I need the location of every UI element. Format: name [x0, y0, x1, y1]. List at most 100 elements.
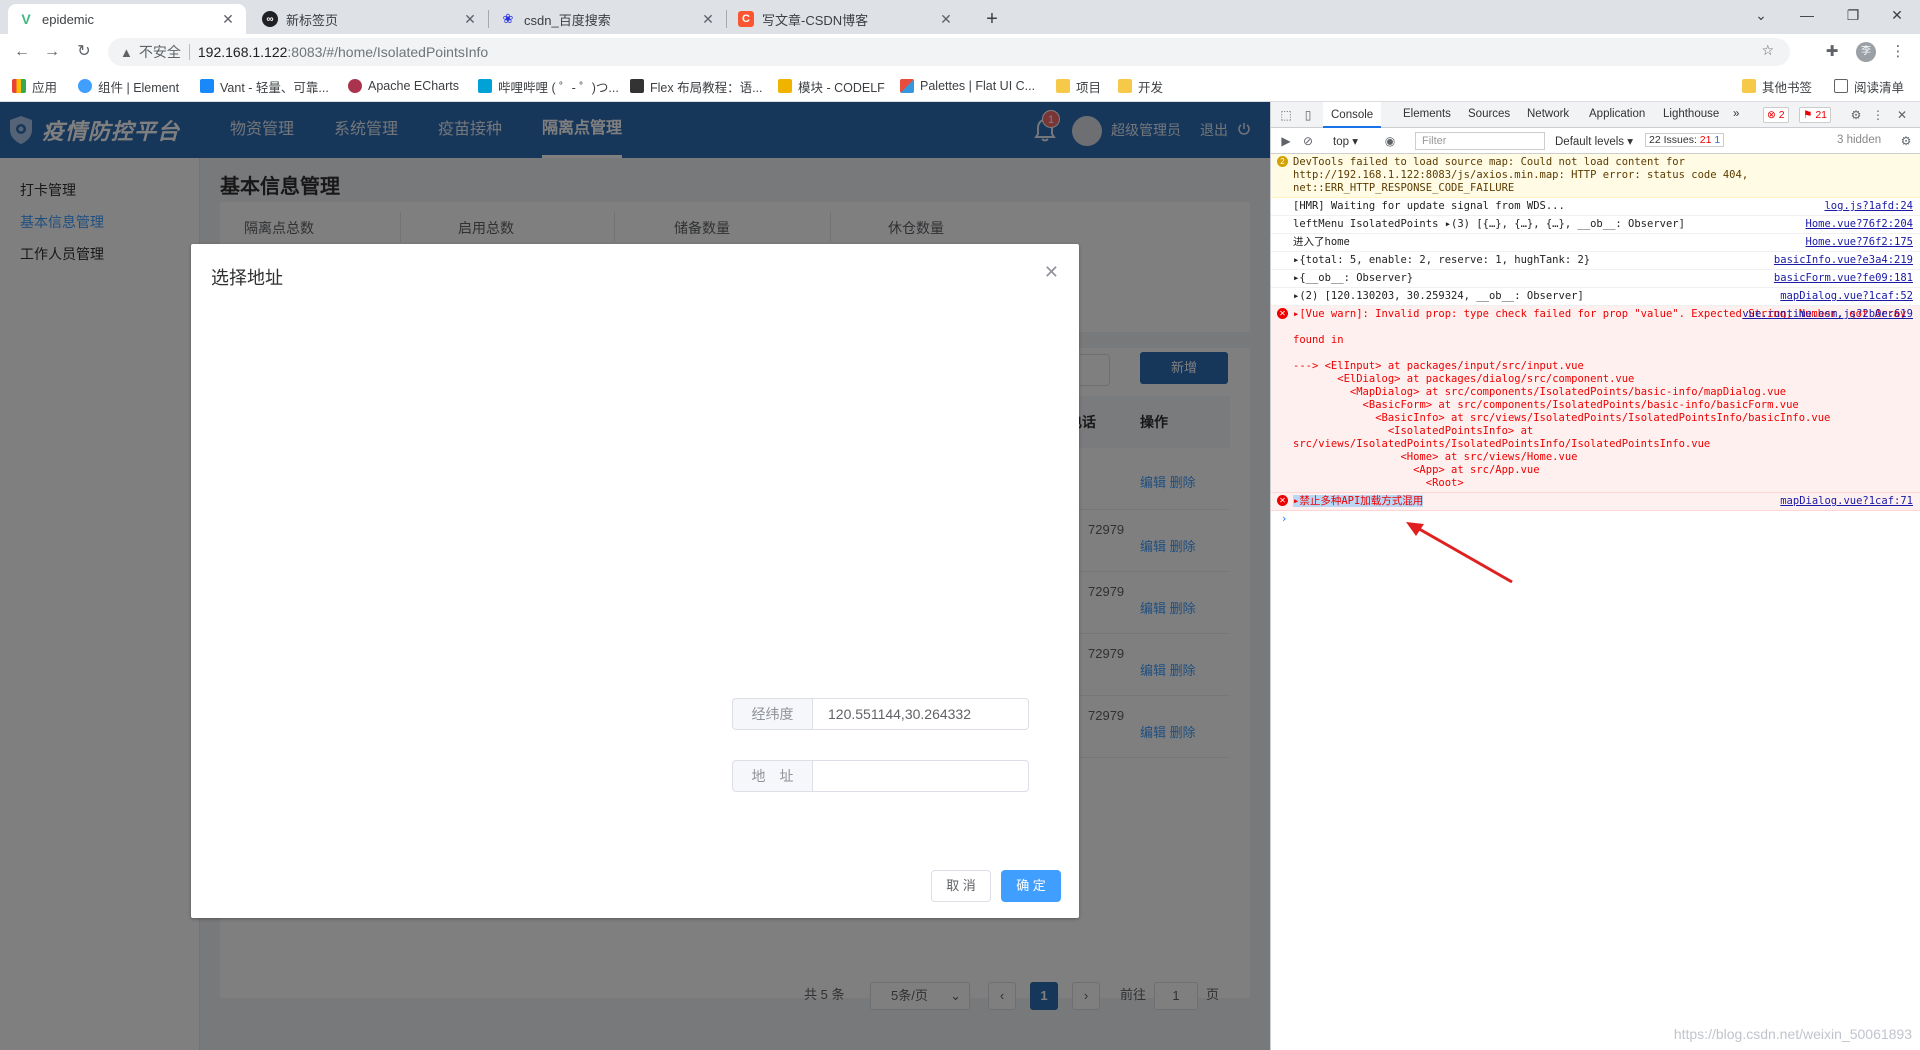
address-bar[interactable]: ▲ 不安全 192.168.1.122 :8083/#/home/Isolate…	[108, 38, 1790, 66]
device-toolbar-icon[interactable]: ▯	[1299, 106, 1317, 124]
bookmark-codelf[interactable]: 模块 - CODELF	[778, 77, 885, 95]
tab-separator	[726, 10, 727, 28]
folder-icon	[1742, 79, 1756, 93]
issues-button[interactable]: 22 Issues: 21 1	[1645, 133, 1725, 147]
tab-title: csdn_百度搜索	[524, 12, 611, 28]
reload-icon[interactable]: ↻	[72, 40, 96, 64]
eye-icon[interactable]: ◉	[1381, 132, 1399, 150]
more-tabs-icon[interactable]: »	[1733, 108, 1739, 120]
message-text: ▸{total: 5, enable: 2, reserve: 1, hughT…	[1293, 254, 1591, 266]
log-levels-select[interactable]: Default levels ▾	[1555, 134, 1633, 148]
bookmark-star-icon[interactable]: ☆	[1761, 42, 1774, 59]
close-tab-icon[interactable]: ✕	[938, 11, 954, 28]
bookmark-other[interactable]: 其他书签	[1742, 77, 1812, 95]
console-message[interactable]: ▸{__ob__: Observer} basicForm.vue?fe09:18…	[1271, 270, 1920, 288]
console-message[interactable]: ▸(2) [120.130203, 30.259324, __ob__: Obs…	[1271, 288, 1920, 306]
tab-baidu[interactable]: ❀ csdn_百度搜索 ✕	[490, 4, 726, 34]
error-icon: ✕	[1277, 495, 1288, 506]
flex-icon	[630, 79, 644, 93]
close-icon[interactable]: ✕	[1044, 262, 1059, 283]
close-tab-icon[interactable]: ✕	[220, 11, 236, 28]
menu-icon[interactable]: ⋮	[1886, 40, 1910, 64]
csdn-icon: C	[738, 11, 754, 27]
apps-grid-icon	[12, 79, 26, 93]
bookmark-flex[interactable]: Flex 布局教程：语...	[630, 77, 763, 95]
minimize-button[interactable]: —	[1784, 0, 1830, 32]
bookmark-label: 模块 - CODELF	[798, 80, 885, 95]
source-link[interactable]: mapDialog.vue?1caf:52	[1780, 290, 1913, 303]
tab-network[interactable]: Network	[1527, 108, 1569, 120]
confirm-button[interactable]: 确 定	[1001, 870, 1061, 902]
bookmark-echarts[interactable]: Apache ECharts	[348, 77, 459, 95]
source-link[interactable]: log.js?1afd:24	[1824, 200, 1913, 213]
close-tab-icon[interactable]: ✕	[462, 11, 478, 28]
tab-search-icon[interactable]: ⌄	[1738, 0, 1784, 32]
source-link[interactable]: vue.runtime.esm.js?2b0e:619	[1742, 308, 1913, 321]
message-text: 进入了home	[1293, 236, 1350, 248]
close-window-button[interactable]: ✕	[1874, 0, 1920, 32]
bookmark-element[interactable]: 组件 | Element	[78, 77, 179, 95]
source-link[interactable]: mapDialog.vue?1caf:71	[1780, 495, 1913, 508]
bookmark-folder-dev[interactable]: 开发	[1118, 77, 1163, 95]
context-select[interactable]: top ▾	[1333, 134, 1358, 148]
new-tab-button[interactable]: +	[978, 6, 1006, 34]
back-icon[interactable]: ←	[10, 40, 34, 64]
restore-button[interactable]: ❐	[1830, 0, 1876, 32]
source-link[interactable]: basicForm.vue?fe09:181	[1774, 272, 1913, 285]
tab-new-tab[interactable]: ∞ 新标签页 ✕	[252, 4, 488, 34]
cancel-button[interactable]: 取 消	[931, 870, 991, 902]
extensions-icon[interactable]: ✚	[1820, 40, 1844, 64]
tab-sources[interactable]: Sources	[1468, 108, 1510, 120]
clear-console-icon[interactable]: ⊘	[1299, 132, 1317, 150]
tab-epidemic[interactable]: V epidemic ✕	[8, 4, 246, 34]
bookmark-folder-projects[interactable]: 项目	[1056, 77, 1101, 95]
forward-icon[interactable]: →	[40, 40, 64, 64]
message-text: leftMenu IsolatedPoints ▸(3) [{…}, {…}, …	[1293, 218, 1685, 230]
source-link[interactable]: Home.vue?76f2:204	[1806, 218, 1913, 231]
inspect-element-icon[interactable]: ⬚	[1277, 106, 1295, 124]
console-filter-input[interactable]: Filter	[1415, 132, 1545, 150]
context-value: top	[1333, 136, 1349, 148]
console-log: 2 DevTools failed to load source map: Cou…	[1271, 154, 1920, 528]
console-message[interactable]: ▸{total: 5, enable: 2, reserve: 1, hughT…	[1271, 252, 1920, 270]
error-icon: ⊗	[1767, 109, 1776, 121]
reading-list[interactable]: 阅读清单	[1834, 77, 1904, 95]
levels-value: Default levels	[1555, 136, 1625, 148]
bookmark-apps[interactable]: 应用	[12, 77, 57, 95]
console-message[interactable]: leftMenu IsolatedPoints ▸(3) [{…}, {…}, …	[1271, 216, 1920, 234]
tab-application[interactable]: Application	[1589, 108, 1645, 120]
message-text: ▸禁止多种API加载方式混用	[1293, 495, 1424, 507]
vant-icon	[200, 79, 214, 93]
lnglat-input-group: 经纬度 120.551144,30.264332	[732, 698, 1029, 730]
console-message[interactable]: [HMR] Waiting for update signal from WDS…	[1271, 198, 1920, 216]
close-tab-icon[interactable]: ✕	[700, 11, 716, 28]
bookmark-label: Apache ECharts	[368, 79, 460, 93]
bookmark-bilibili[interactable]: 哔哩哔哩 ( ゜- ゜)つ...	[478, 77, 619, 95]
source-link[interactable]: Home.vue?76f2:175	[1806, 236, 1913, 249]
tab-console[interactable]: Console	[1323, 102, 1382, 128]
console-message[interactable]: 进入了home Home.vue?76f2:175	[1271, 234, 1920, 252]
source-link[interactable]: basicInfo.vue?e3a4:219	[1774, 254, 1913, 267]
console-message-error[interactable]: ✕ ▸[Vue warn]: Invalid prop: type check f…	[1271, 306, 1920, 493]
tab-lighthouse[interactable]: Lighthouse	[1663, 108, 1719, 120]
address-input[interactable]	[812, 760, 1029, 792]
tab-elements[interactable]: Elements	[1403, 108, 1451, 120]
profile-avatar[interactable]: 李	[1856, 42, 1876, 62]
sidebar-toggle-icon[interactable]: ▶	[1277, 132, 1295, 150]
lnglat-label: 经纬度	[732, 698, 812, 730]
settings-gear-icon[interactable]: ⚙	[1847, 106, 1865, 124]
echarts-icon	[348, 79, 362, 93]
warning-count-badge[interactable]: ⚑ 21	[1799, 107, 1832, 123]
bookmark-vant[interactable]: Vant - 轻量、可靠...	[200, 77, 329, 95]
console-message-warning[interactable]: 2 DevTools failed to load source map: Cou…	[1271, 154, 1920, 198]
console-settings-icon[interactable]: ⚙	[1897, 132, 1915, 150]
bookmark-palettes[interactable]: Palettes | Flat UI C...	[900, 77, 1035, 95]
browser-toolbar: ← → ↻ ▲ 不安全 192.168.1.122 :8083/#/home/I…	[0, 34, 1920, 70]
close-devtools-icon[interactable]: ✕	[1893, 106, 1911, 124]
tab-csdn[interactable]: C 写文章-CSDN博客 ✕	[728, 4, 964, 34]
lnglat-input[interactable]: 120.551144,30.264332	[812, 698, 1029, 730]
console-prompt[interactable]: ›	[1271, 511, 1920, 528]
console-message-error[interactable]: ✕ ▸禁止多种API加载方式混用 mapDialog.vue?1caf:71	[1271, 493, 1920, 511]
kebab-menu-icon[interactable]: ⋮	[1869, 106, 1887, 124]
error-count-badge[interactable]: ⊗ 2	[1763, 107, 1789, 123]
